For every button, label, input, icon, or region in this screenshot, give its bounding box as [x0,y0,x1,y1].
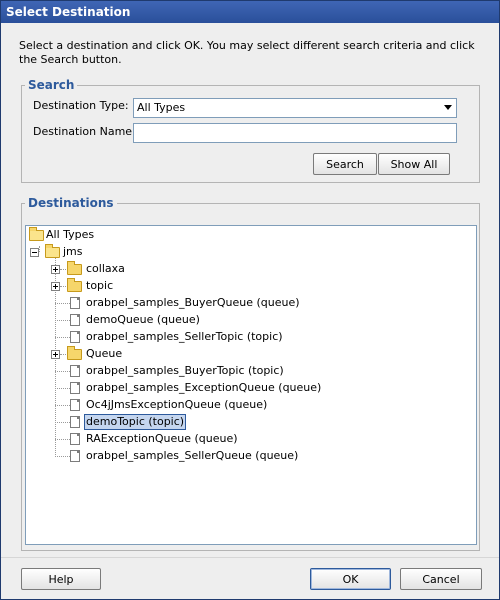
destination-type-label: Destination Type: [33,99,129,112]
tree-node-queue[interactable]: Queue [26,346,466,362]
expand-icon[interactable] [51,265,60,274]
select-destination-dialog: Select Destination Select a destination … [0,0,500,600]
tree-node-exception-queue[interactable]: orabpel_samples_ExceptionQueue (queue) [26,380,466,396]
folder-icon [67,346,82,360]
help-button[interactable]: Help [21,568,101,590]
destination-type-select[interactable]: All Types [133,98,457,118]
folder-open-icon [29,227,44,241]
folder-icon [67,261,82,275]
search-button[interactable]: Search [313,153,377,175]
document-icon [70,314,80,326]
tree-node-oc4j-exception-queue[interactable]: Oc4jJmsExceptionQueue (queue) [26,397,466,413]
document-icon [70,433,80,445]
tree-node-buyer-queue[interactable]: orabpel_samples_BuyerQueue (queue) [26,295,466,311]
folder-open-icon [45,244,60,258]
document-icon [70,297,80,309]
search-group-legend: Search [25,78,78,92]
tree-node-topic[interactable]: topic [26,278,466,294]
tree-node-buyer-topic[interactable]: orabpel_samples_BuyerTopic (topic) [26,363,466,379]
tree-node-seller-queue[interactable]: orabpel_samples_SellerQueue (queue) [26,448,466,464]
destinations-group-legend: Destinations [25,196,117,210]
folder-icon [67,278,82,292]
document-icon [70,382,80,394]
tree-node-seller-topic[interactable]: orabpel_samples_SellerTopic (topic) [26,329,466,345]
collapse-icon[interactable] [30,248,39,257]
tree-node-all-types[interactable]: All Types [26,227,466,243]
destination-name-label: Destination Name: [33,125,136,138]
document-icon [70,365,80,377]
destination-type-value: All Types [137,101,186,114]
tree-node-ra-exception-queue[interactable]: RAExceptionQueue (queue) [26,431,466,447]
instructions-text: Select a destination and click OK. You m… [19,39,475,66]
show-all-button[interactable]: Show All [378,153,450,175]
expand-icon[interactable] [51,350,60,359]
tree-node-collaxa[interactable]: collaxa [26,261,466,277]
cancel-button[interactable]: Cancel [400,568,482,590]
destination-name-input[interactable] [133,123,457,143]
document-icon [70,450,80,462]
document-icon [70,399,80,411]
destinations-tree[interactable]: All Types jms collaxa topic orabpel_samp… [25,225,477,545]
tree-node-demo-queue[interactable]: demoQueue (queue) [26,312,466,328]
document-icon [70,416,80,428]
chevron-down-icon[interactable] [444,105,452,110]
footer-divider [1,557,499,558]
tree-node-demo-topic[interactable]: demoTopic (topic) [26,414,466,430]
document-icon [70,331,80,343]
selected-item-label: demoTopic (topic) [84,414,187,430]
ok-button[interactable]: OK [310,568,391,590]
tree-node-jms[interactable]: jms [26,244,466,260]
expand-icon[interactable] [51,282,60,291]
dialog-title: Select Destination [1,1,499,23]
